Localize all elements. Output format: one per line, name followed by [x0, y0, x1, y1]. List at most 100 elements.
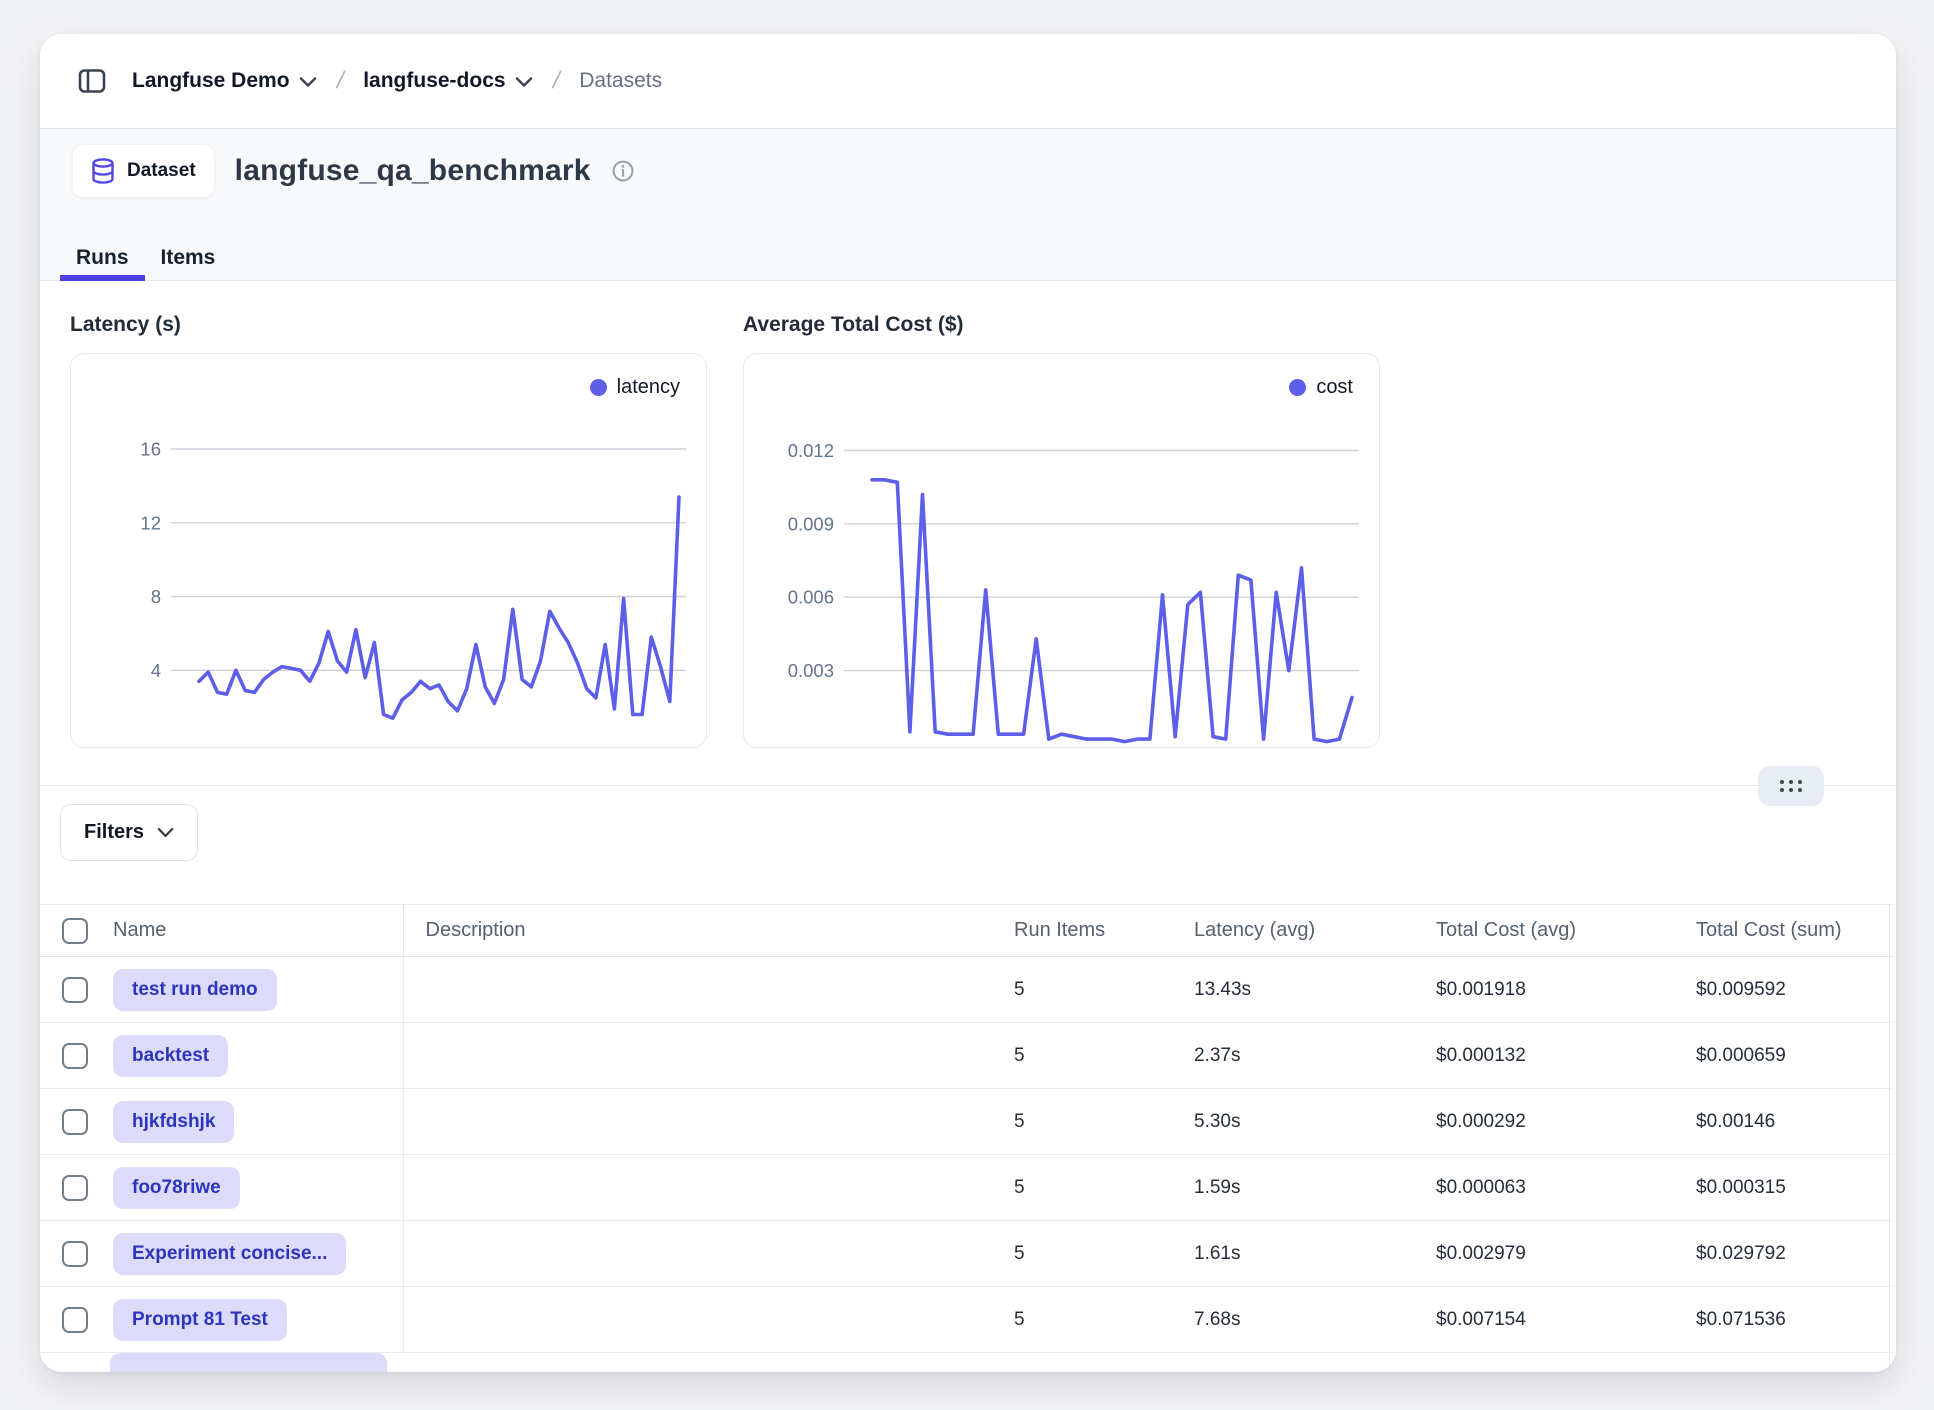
- breadcrumb-item-project[interactable]: langfuse-docs: [363, 69, 532, 93]
- row-checkbox[interactable]: [62, 977, 88, 1003]
- runs-table: Name Description Run Items Latency (avg)…: [40, 904, 1896, 1372]
- cost-chart-legend: cost: [1289, 376, 1353, 399]
- row-checkbox[interactable]: [62, 1043, 88, 1069]
- cell-description: [403, 1023, 1010, 1089]
- tab-items[interactable]: Items: [145, 235, 232, 281]
- column-divider: [1889, 904, 1890, 1372]
- cost-chart-card: 0.0120.0090.0060.003 cost: [743, 353, 1380, 748]
- cell-description: [403, 1221, 1010, 1287]
- database-icon: [91, 158, 115, 184]
- cell-latency-avg: 13.43s: [1190, 957, 1432, 1023]
- row-checkbox[interactable]: [62, 1109, 88, 1135]
- cell-total-cost-sum: $0.000659: [1692, 1023, 1893, 1089]
- svg-text:12: 12: [140, 512, 161, 533]
- breadcrumb-item-page[interactable]: Datasets: [579, 69, 662, 93]
- cell-description: [403, 1287, 1010, 1353]
- run-name-pill[interactable]: foo78riwe: [113, 1167, 240, 1209]
- svg-text:0.003: 0.003: [788, 660, 834, 681]
- column-header-latency-avg[interactable]: Latency (avg): [1190, 905, 1432, 957]
- cell-total-cost-avg: $0.002979: [1432, 1221, 1692, 1287]
- page-title: langfuse_qa_benchmark: [235, 154, 591, 188]
- latency-chart-legend: latency: [590, 376, 680, 399]
- cell-run-items: 5: [1010, 1023, 1190, 1089]
- svg-text:16: 16: [140, 439, 161, 460]
- cost-chart-block: Average Total Cost ($) 0.0120.0090.0060.…: [743, 281, 1380, 748]
- cell-total-cost-sum: $0.000315: [1692, 1155, 1893, 1221]
- table-header-row: Name Description Run Items Latency (avg)…: [40, 905, 1893, 957]
- tab-runs-label: Runs: [76, 246, 129, 270]
- svg-text:4: 4: [151, 660, 161, 681]
- cell-total-cost-avg: $0.007154: [1432, 1287, 1692, 1353]
- dataset-badge: Dataset: [72, 144, 215, 198]
- latency-line-plot: 161284: [71, 354, 706, 747]
- chevron-down-icon: [157, 827, 174, 838]
- table-row[interactable]: test run demo513.43s$0.001918$0.009592: [40, 957, 1893, 1023]
- run-name-pill[interactable]: Prompt 81 Test: [113, 1299, 287, 1341]
- cell-description: [403, 957, 1010, 1023]
- run-name-pill[interactable]: hjkfdshjk: [113, 1101, 234, 1143]
- legend-label: latency: [617, 376, 680, 399]
- select-all-checkbox[interactable]: [62, 918, 88, 944]
- dataset-header: Dataset langfuse_qa_benchmark Runs Items: [40, 128, 1896, 281]
- cell-description: [403, 1089, 1010, 1155]
- row-checkbox[interactable]: [62, 1175, 88, 1201]
- cell-total-cost-sum: $0.009592: [1692, 957, 1893, 1023]
- run-name-pill-clipped: [110, 1353, 387, 1372]
- filters-button[interactable]: Filters: [60, 804, 198, 861]
- tab-runs[interactable]: Runs: [60, 235, 145, 281]
- chart-line-cost: [872, 480, 1352, 742]
- tab-bar: Runs Items: [60, 235, 231, 281]
- breadcrumb-item-org[interactable]: Langfuse Demo: [132, 69, 317, 93]
- table-row-partial[interactable]: [40, 1353, 1893, 1373]
- cell-total-cost-sum: $0.029792: [1692, 1221, 1893, 1287]
- latency-chart-block: Latency (s) 161284 latency: [70, 281, 707, 748]
- column-header-total-cost-avg[interactable]: Total Cost (avg): [1432, 905, 1692, 957]
- row-checkbox[interactable]: [62, 1241, 88, 1267]
- column-header-name[interactable]: Name: [110, 905, 403, 957]
- cell-latency-avg: 2.37s: [1190, 1023, 1432, 1089]
- info-icon[interactable]: [611, 159, 635, 183]
- page-label: Datasets: [579, 69, 662, 93]
- svg-text:0.012: 0.012: [788, 440, 834, 461]
- row-checkbox[interactable]: [62, 1307, 88, 1333]
- table-row[interactable]: Prompt 81 Test 57.68s$0.007154$0.071536: [40, 1287, 1893, 1353]
- legend-label: cost: [1316, 376, 1353, 399]
- breadcrumb: Langfuse Demo / langfuse-docs / Datasets: [40, 34, 1896, 128]
- column-header-description[interactable]: Description: [403, 905, 1010, 957]
- app-window: Langfuse Demo / langfuse-docs / Datasets…: [40, 34, 1896, 1372]
- cost-line-plot: 0.0120.0090.0060.003: [744, 354, 1379, 747]
- chevron-down-icon: [299, 76, 317, 88]
- cell-latency-avg: 5.30s: [1190, 1089, 1432, 1155]
- cell-description: [403, 1155, 1010, 1221]
- breadcrumb-separator: /: [550, 67, 563, 95]
- table-row[interactable]: hjkfdshjk55.30s$0.000292$0.00146: [40, 1089, 1893, 1155]
- filters-button-label: Filters: [84, 821, 144, 844]
- run-name-pill[interactable]: Experiment concise...: [113, 1233, 346, 1275]
- cost-chart-title: Average Total Cost ($): [743, 313, 1380, 337]
- chevron-down-icon: [515, 76, 533, 88]
- resize-handle[interactable]: [1758, 766, 1824, 806]
- column-header-total-cost-sum[interactable]: Total Cost (sum): [1692, 905, 1893, 957]
- cell-latency-avg: 1.61s: [1190, 1221, 1432, 1287]
- cell-latency-avg: 7.68s: [1190, 1287, 1432, 1353]
- table-row[interactable]: Experiment concise...51.61s$0.002979$0.0…: [40, 1221, 1893, 1287]
- run-name-pill[interactable]: backtest: [113, 1035, 228, 1077]
- runs-table-section: Filters Name Description Run Items Laten…: [40, 785, 1896, 1372]
- cell-run-items: 5: [1010, 1155, 1190, 1221]
- chart-line-latency: [199, 497, 679, 718]
- cell-run-items: 5: [1010, 1287, 1190, 1353]
- table-row[interactable]: backtest52.37s$0.000132$0.000659: [40, 1023, 1893, 1089]
- sidebar-toggle-icon[interactable]: [72, 61, 112, 101]
- cell-run-items: 5: [1010, 957, 1190, 1023]
- breadcrumb-separator: /: [334, 67, 347, 95]
- table-row[interactable]: foo78riwe51.59s$0.000063$0.000315: [40, 1155, 1893, 1221]
- cell-total-cost-sum: $0.071536: [1692, 1287, 1893, 1353]
- run-name-pill[interactable]: test run demo: [113, 969, 277, 1011]
- svg-text:0.006: 0.006: [788, 587, 834, 608]
- grip-dots-icon: [1778, 778, 1804, 794]
- column-header-run-items[interactable]: Run Items: [1010, 905, 1190, 957]
- org-label: Langfuse Demo: [132, 69, 290, 93]
- dataset-badge-label: Dataset: [127, 160, 196, 182]
- cell-total-cost-avg: $0.000063: [1432, 1155, 1692, 1221]
- cell-run-items: 5: [1010, 1089, 1190, 1155]
